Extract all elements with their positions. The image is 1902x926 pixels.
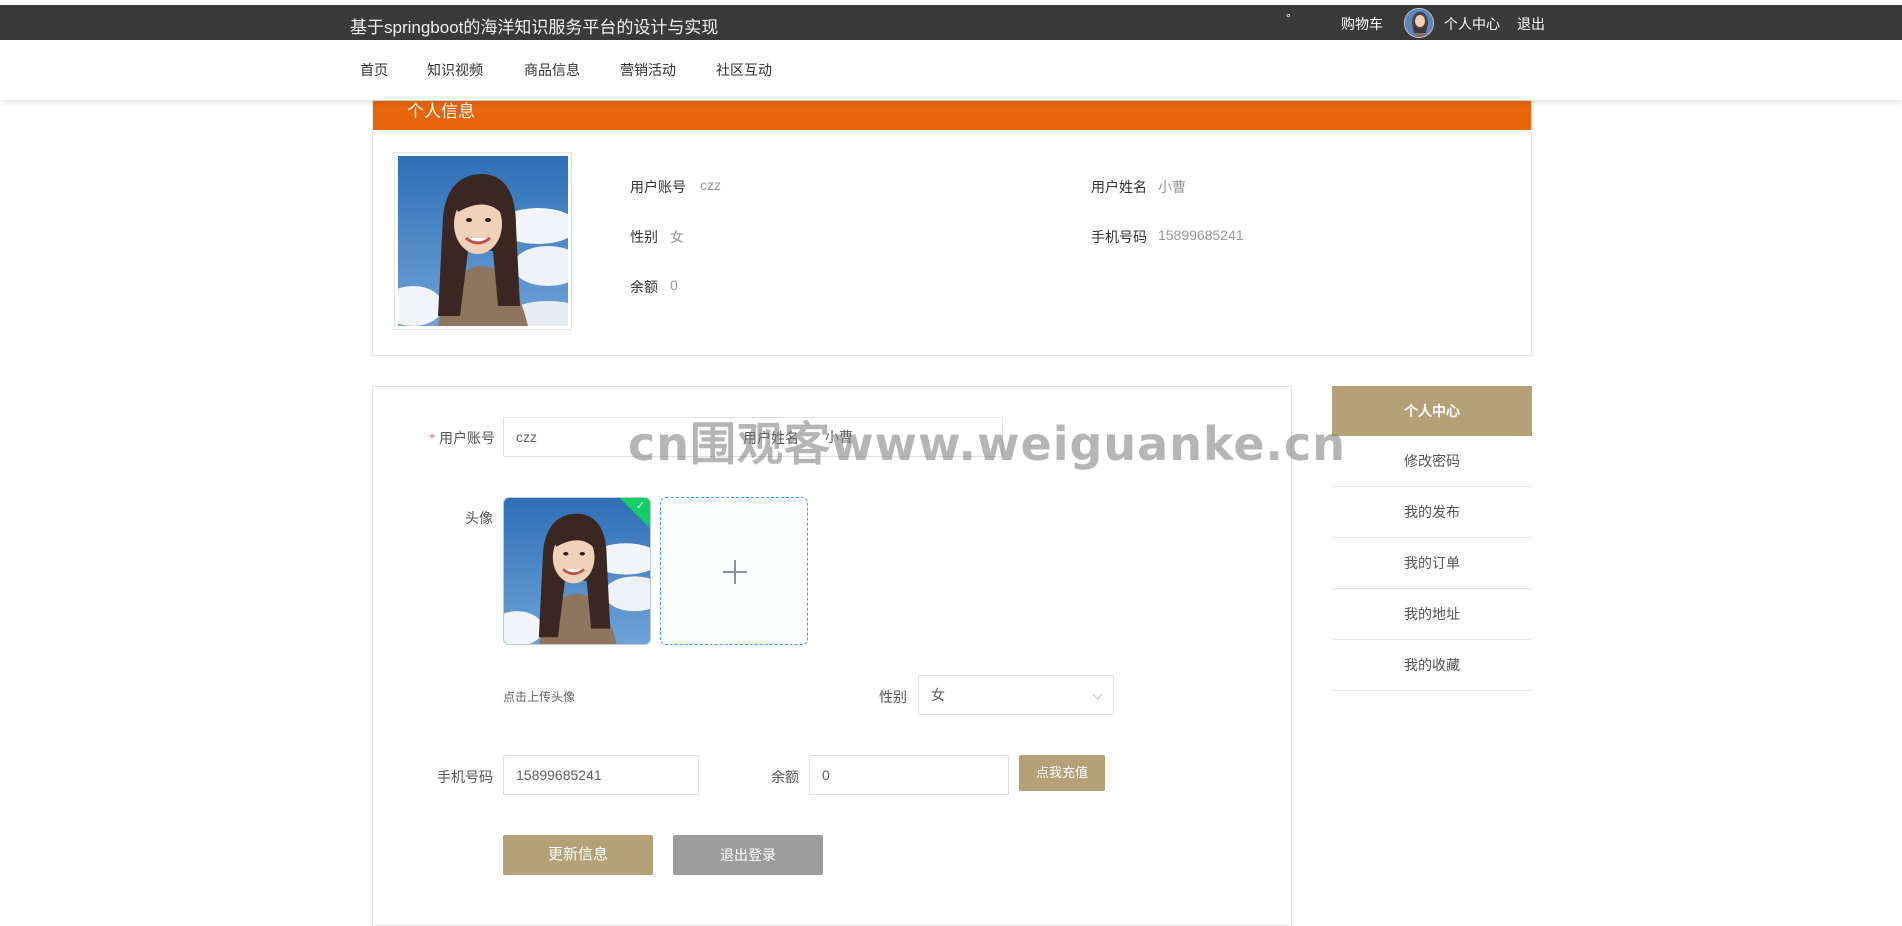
- update-info-button[interactable]: 更新信息: [503, 835, 653, 875]
- profile-header: 个人信息: [373, 101, 1531, 130]
- name-input-value[interactable]: 小曹: [813, 418, 865, 456]
- plus-icon-vertical: [734, 560, 736, 584]
- logout-button[interactable]: 退出登录: [673, 835, 823, 875]
- menu-title[interactable]: 个人中心: [1332, 386, 1532, 436]
- phone-value: 15899685241: [1158, 227, 1244, 243]
- menu-item-my-address[interactable]: 我的地址: [1332, 589, 1532, 640]
- nav-item-marketing[interactable]: 营销活动: [620, 60, 676, 80]
- gender-value: 女: [670, 229, 684, 245]
- form-account-label: * 用户账号: [429, 430, 495, 446]
- profile-header-title: 个人信息: [407, 102, 475, 121]
- uploaded-avatar[interactable]: ✓: [503, 497, 651, 645]
- menu-item-change-password[interactable]: 修改密码: [1332, 436, 1532, 487]
- phone-input[interactable]: 15899685241: [503, 755, 699, 795]
- cart-link[interactable]: 购物车: [1341, 14, 1383, 34]
- menu-item-my-posts[interactable]: 我的发布: [1332, 487, 1532, 538]
- profile-photo: [383, 152, 588, 331]
- upload-tip: 点击上传头像: [503, 690, 576, 704]
- nav-item-home[interactable]: 首页: [360, 60, 388, 80]
- gender-select[interactable]: 女: [918, 675, 1114, 715]
- edit-form: * 用户账号 czz 用户姓名 小曹 头像 ✓ 点击上传头像 性别 女 手机号码…: [372, 386, 1292, 926]
- balance-label: 余额: [630, 279, 658, 295]
- name-value: 小曹: [1158, 179, 1186, 195]
- avatar-image: [1405, 9, 1433, 37]
- nav-item-community[interactable]: 社区互动: [716, 60, 772, 80]
- top-bar: 基于springboot的海洋知识服务平台的设计与实现 ° 购物车 个人中心 退…: [0, 5, 1902, 40]
- form-name-label: 用户姓名: [743, 430, 799, 446]
- name-label: 用户姓名: [1091, 179, 1147, 195]
- main-nav: 首页 知识视频 商品信息 营销活动 社区互动: [0, 40, 1902, 100]
- personal-center-link[interactable]: 个人中心: [1444, 14, 1500, 34]
- personal-center-menu: 个人中心 修改密码 我的发布 我的订单 我的地址 我的收藏: [1332, 386, 1532, 691]
- menu-item-my-favorites[interactable]: 我的收藏: [1332, 640, 1532, 691]
- account-value: czz: [700, 177, 721, 193]
- balance-value: 0: [670, 277, 678, 293]
- gender-select-value: 女: [931, 687, 945, 703]
- nav-item-videos[interactable]: 知识视频: [427, 60, 483, 80]
- uploaded-avatar-image: [504, 498, 650, 644]
- recharge-button[interactable]: 点我充值: [1019, 755, 1105, 791]
- account-label: 用户账号: [630, 179, 686, 195]
- profile-card: 个人信息 用户账号 czz 用户姓名 小曹 性别 女 手机号码 15899685…: [372, 100, 1532, 356]
- chevron-down-icon: [1092, 689, 1103, 700]
- check-icon: ✓: [635, 500, 645, 512]
- nav-item-products[interactable]: 商品信息: [524, 60, 580, 80]
- gender-label: 性别: [630, 229, 658, 245]
- user-avatar[interactable]: [1404, 8, 1434, 38]
- site-title: 基于springboot的海洋知识服务平台的设计与实现: [350, 18, 719, 37]
- form-avatar-label: 头像: [465, 510, 493, 526]
- degree-mark: °: [1286, 11, 1291, 25]
- balance-input[interactable]: 0: [809, 755, 1009, 795]
- upload-avatar-button[interactable]: [660, 497, 808, 645]
- logout-link[interactable]: 退出: [1517, 14, 1545, 34]
- form-balance-label: 余额: [771, 769, 799, 785]
- menu-item-my-orders[interactable]: 我的订单: [1332, 538, 1532, 589]
- form-phone-label: 手机号码: [437, 769, 493, 785]
- phone-label: 手机号码: [1091, 229, 1147, 245]
- profile-photo-image: [383, 156, 588, 331]
- form-gender-label: 性别: [879, 689, 907, 705]
